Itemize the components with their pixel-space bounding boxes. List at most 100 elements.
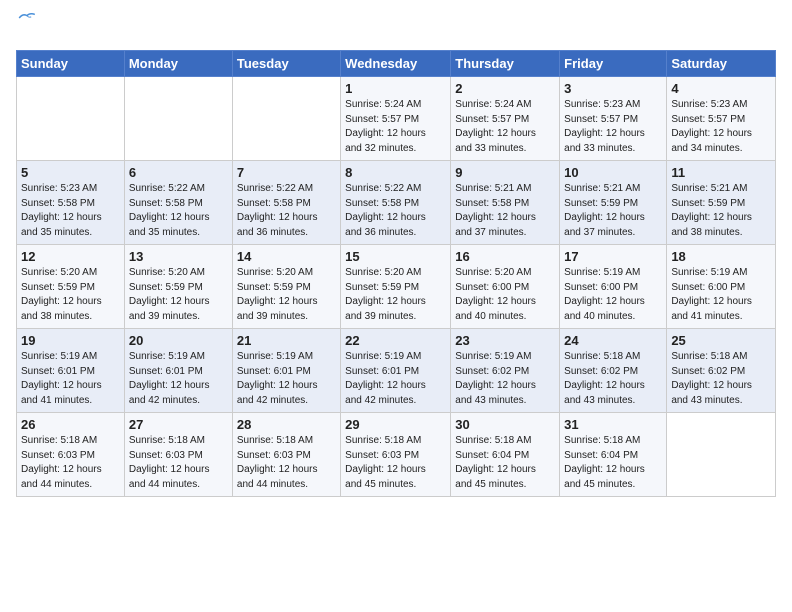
calendar-cell: 23Sunrise: 5:19 AM Sunset: 6:02 PM Dayli… xyxy=(451,329,560,413)
day-info: Sunrise: 5:18 AM Sunset: 6:04 PM Dayligh… xyxy=(455,434,555,492)
weekday-header: Friday xyxy=(560,51,667,77)
day-number: 23 xyxy=(455,333,555,348)
day-info: Sunrise: 5:21 AM Sunset: 5:59 PM Dayligh… xyxy=(671,182,771,240)
day-info: Sunrise: 5:19 AM Sunset: 6:00 PM Dayligh… xyxy=(564,266,662,324)
calendar-cell: 19 Sunrise: 5:19 AM Sunset: 6:01 PM Dayli… xyxy=(17,329,125,413)
page-header xyxy=(16,16,776,38)
day-number: 7 xyxy=(237,165,336,180)
calendar-table: SundayMondayTuesdayWednesdayThursdayFrid… xyxy=(16,50,776,497)
day-number: 13 xyxy=(129,249,228,264)
day-info: Sunrise: 5:21 AM Sunset: 5:59 PM Dayligh… xyxy=(564,182,662,240)
calendar-cell: 30 Sunrise: 5:18 AM Sunset: 6:04 PM Dayli… xyxy=(451,413,560,497)
day-info: Sunrise: 5:19 AM Sunset: 6:01 PM Dayligh… xyxy=(345,350,446,408)
day-number: 21 xyxy=(237,333,336,348)
day-info: Sunrise: 5:19 AM Sunset: 6:00 PM Dayligh… xyxy=(671,266,771,324)
day-info: Sunrise: 5:22 AM Sunset: 5:58 PM Dayligh… xyxy=(237,182,336,240)
day-number: 27 xyxy=(129,417,228,432)
calendar-cell: 7 Sunrise: 5:22 AM Sunset: 5:58 PM Daylig… xyxy=(232,161,340,245)
day-info: Sunrise: 5:24 AM Sunset: 5:57 PM Dayligh… xyxy=(455,98,555,156)
calendar-week-row: 12 Sunrise: 5:20 AM Sunset: 5:59 PM Dayli… xyxy=(17,245,776,329)
calendar-cell: 1Sunrise: 5:24 AM Sunset: 5:57 PM Daylig… xyxy=(341,77,451,161)
calendar-cell: 11 Sunrise: 5:21 AM Sunset: 5:59 PM Dayli… xyxy=(667,161,776,245)
calendar-cell xyxy=(17,77,125,161)
day-info: Sunrise: 5:22 AM Sunset: 5:58 PM Dayligh… xyxy=(129,182,228,240)
day-info: Sunrise: 5:19 AM Sunset: 6:01 PM Dayligh… xyxy=(237,350,336,408)
calendar-cell: 13 Sunrise: 5:20 AM Sunset: 5:59 PM Dayli… xyxy=(124,245,232,329)
day-info: Sunrise: 5:23 AM Sunset: 5:58 PM Dayligh… xyxy=(21,182,120,240)
day-info: Sunrise: 5:18 AM Sunset: 6:04 PM Dayligh… xyxy=(564,434,662,492)
day-number: 8 xyxy=(345,165,446,180)
calendar-cell: 8 Sunrise: 5:22 AM Sunset: 5:58 PM Daylig… xyxy=(341,161,451,245)
day-number: 4 xyxy=(671,81,771,96)
day-info: Sunrise: 5:20 AM Sunset: 5:59 PM Dayligh… xyxy=(129,266,228,324)
weekday-header: Wednesday xyxy=(341,51,451,77)
weekday-header: Saturday xyxy=(667,51,776,77)
day-number: 16 xyxy=(455,249,555,264)
day-info: Sunrise: 5:18 AM Sunset: 6:02 PM Dayligh… xyxy=(671,350,771,408)
day-number: 24 xyxy=(564,333,662,348)
logo-bird-icon xyxy=(18,11,36,25)
calendar-cell: 25 Sunrise: 5:18 AM Sunset: 6:02 PM Dayli… xyxy=(667,329,776,413)
day-number: 15 xyxy=(345,249,446,264)
calendar-cell: 14Sunrise: 5:20 AM Sunset: 5:59 PM Dayli… xyxy=(232,245,340,329)
day-info: Sunrise: 5:21 AM Sunset: 5:58 PM Dayligh… xyxy=(455,182,555,240)
calendar-cell xyxy=(232,77,340,161)
day-number: 29 xyxy=(345,417,446,432)
day-number: 5 xyxy=(21,165,120,180)
calendar-week-row: 1 Sunrise: 5:24 AM Sunset: 5:57 PM Daylig… xyxy=(17,77,776,161)
calendar-cell: 5 Sunrise: 5:23 AM Sunset: 5:58 PM Daylig… xyxy=(17,161,125,245)
day-info: Sunrise: 5:23 AM Sunset: 5:57 PM Dayligh… xyxy=(671,98,771,156)
day-info: Sunrise: 5:23 AM Sunset: 5:57 PM Dayligh… xyxy=(564,98,662,156)
weekday-header: Thursday xyxy=(451,51,560,77)
day-number: 9 xyxy=(455,165,555,180)
day-number: 18 xyxy=(671,249,771,264)
day-number: 20 xyxy=(129,333,228,348)
calendar-cell: 29 Sunrise: 5:18 AM Sunset: 6:03 PM Dayli… xyxy=(341,413,451,497)
calendar-cell xyxy=(124,77,232,161)
day-number: 26 xyxy=(21,417,120,432)
day-number: 31 xyxy=(564,417,662,432)
day-number: 12 xyxy=(21,249,120,264)
calendar-cell: 27 Sunrise: 5:18 AM Sunset: 6:03 PM Dayli… xyxy=(124,413,232,497)
calendar-cell: 2 Sunrise: 5:24 AM Sunset: 5:57 PM Daylig… xyxy=(451,77,560,161)
day-info: Sunrise: 5:20 AM Sunset: 6:00 PM Dayligh… xyxy=(455,266,555,324)
calendar-cell: 28 Sunrise: 5:18 AM Sunset: 6:03 PM Dayli… xyxy=(232,413,340,497)
calendar-cell: 16 Sunrise: 5:20 AM Sunset: 6:00 PM Dayli… xyxy=(451,245,560,329)
calendar-cell xyxy=(667,413,776,497)
day-number: 11 xyxy=(671,165,771,180)
calendar-cell: 31 Sunrise: 5:18 AM Sunset: 6:04 PM Dayli… xyxy=(560,413,667,497)
day-number: 6 xyxy=(129,165,228,180)
calendar-week-row: 19 Sunrise: 5:19 AM Sunset: 6:01 PM Dayli… xyxy=(17,329,776,413)
logo xyxy=(16,16,36,38)
day-number: 2 xyxy=(455,81,555,96)
calendar-cell: 18 Sunrise: 5:19 AM Sunset: 6:00 PM Dayli… xyxy=(667,245,776,329)
calendar-cell: 15Sunrise: 5:20 AM Sunset: 5:59 PM Dayli… xyxy=(341,245,451,329)
day-info: Sunrise: 5:18 AM Sunset: 6:03 PM Dayligh… xyxy=(21,434,120,492)
day-info: Sunrise: 5:22 AM Sunset: 5:58 PM Dayligh… xyxy=(345,182,446,240)
calendar-cell: 20 Sunrise: 5:19 AM Sunset: 6:01 PM Dayli… xyxy=(124,329,232,413)
day-info: Sunrise: 5:19 AM Sunset: 6:01 PM Dayligh… xyxy=(21,350,120,408)
calendar-cell: 26 Sunrise: 5:18 AM Sunset: 6:03 PM Dayli… xyxy=(17,413,125,497)
day-number: 10 xyxy=(564,165,662,180)
day-info: Sunrise: 5:18 AM Sunset: 6:03 PM Dayligh… xyxy=(129,434,228,492)
day-number: 30 xyxy=(455,417,555,432)
calendar-cell: 24Sunrise: 5:18 AM Sunset: 6:02 PM Dayli… xyxy=(560,329,667,413)
calendar-cell: 4 Sunrise: 5:23 AM Sunset: 5:57 PM Daylig… xyxy=(667,77,776,161)
calendar-week-row: 26 Sunrise: 5:18 AM Sunset: 6:03 PM Dayli… xyxy=(17,413,776,497)
day-number: 19 xyxy=(21,333,120,348)
day-number: 28 xyxy=(237,417,336,432)
calendar-cell: 21 Sunrise: 5:19 AM Sunset: 6:01 PM Dayli… xyxy=(232,329,340,413)
weekday-header: Monday xyxy=(124,51,232,77)
calendar-week-row: 5 Sunrise: 5:23 AM Sunset: 5:58 PM Daylig… xyxy=(17,161,776,245)
calendar-cell: 9 Sunrise: 5:21 AM Sunset: 5:58 PM Daylig… xyxy=(451,161,560,245)
weekday-header: Sunday xyxy=(17,51,125,77)
day-info: Sunrise: 5:20 AM Sunset: 5:59 PM Dayligh… xyxy=(237,266,336,324)
day-number: 25 xyxy=(671,333,771,348)
day-info: Sunrise: 5:18 AM Sunset: 6:03 PM Dayligh… xyxy=(237,434,336,492)
day-number: 1 xyxy=(345,81,446,96)
calendar-cell: 17Sunrise: 5:19 AM Sunset: 6:00 PM Dayli… xyxy=(560,245,667,329)
day-info: Sunrise: 5:20 AM Sunset: 5:59 PM Dayligh… xyxy=(21,266,120,324)
day-info: Sunrise: 5:18 AM Sunset: 6:03 PM Dayligh… xyxy=(345,434,446,492)
day-info: Sunrise: 5:19 AM Sunset: 6:01 PM Dayligh… xyxy=(129,350,228,408)
day-number: 3 xyxy=(564,81,662,96)
